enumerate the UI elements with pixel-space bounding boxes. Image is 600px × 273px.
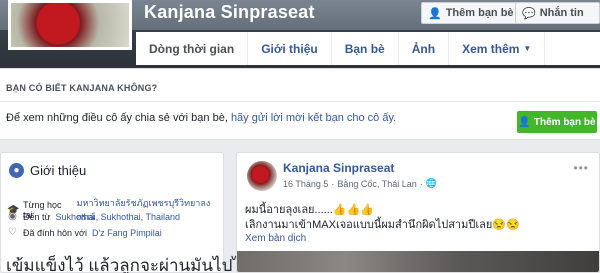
know-banner-text: Để xem những điều cô ấy chia sẻ với bạn … (6, 112, 396, 124)
divider (0, 101, 600, 102)
intro-hometown: ◉ Đến từ Sukhothai, Sukhothai, Thailand (7, 211, 180, 222)
post-author-avatar[interactable] (247, 161, 277, 191)
profile-name[interactable]: Kanjana Sinpraseat (144, 2, 315, 23)
tab-photos[interactable]: Ảnh (399, 32, 450, 65)
hometown-prefix: Đến từ (23, 211, 51, 222)
add-friend-icon: 👤 (428, 7, 442, 20)
add-friend-green-button[interactable]: 👤 Thêm bạn bè (517, 111, 597, 133)
chevron-down-icon: ▼ (523, 44, 532, 53)
post-meta: 16 Tháng 5 · Bằng Cốc, Thái Lan · 🌐 (283, 178, 437, 189)
know-banner-title: BẠN CÓ BIẾT KANJANA KHÔNG? (6, 83, 158, 93)
heart-icon: ♡ (8, 227, 17, 238)
post-location[interactable]: Bằng Cốc, Thái Lan (337, 179, 416, 189)
intro-header: ● Giới thiệu (9, 163, 86, 178)
add-friend-icon: 👤 (518, 116, 531, 128)
tab-label: Bạn bè (344, 41, 385, 56)
globe-icon: 🌐 (425, 178, 437, 188)
tab-label: Xem thêm (462, 41, 520, 56)
post-photo[interactable] (237, 251, 599, 272)
see-translation-link[interactable]: Xem bản dịch (245, 233, 306, 244)
meta-separator: · (331, 178, 335, 189)
know-text-prefix: Để xem những điều cô ấy chia sẻ với bạn … (6, 112, 231, 124)
messenger-icon: 💬 (522, 7, 536, 20)
tab-friends[interactable]: Bạn bè (332, 32, 399, 65)
tab-label: Giới thiệu (261, 41, 318, 56)
add-friend-label: Thêm bạn bè (533, 116, 596, 128)
post-text-line: เลิกงานมาเข้าMAXเจอแบบนี้ผมสำนึกผิดไปสาม… (245, 219, 520, 231)
profile-tabs: Dòng thời gian Giới thiệu Bạn bè Ảnh Xem… (136, 32, 600, 65)
tab-more[interactable]: Xem thêm ▼ (449, 32, 546, 65)
message-button[interactable]: 💬 Nhắn tin (515, 2, 600, 24)
tab-label: Dòng thời gian (149, 41, 235, 56)
profile-picture[interactable] (8, 0, 132, 50)
hometown-link[interactable]: Sukhothai, Sukhothai, Thailand (56, 212, 180, 222)
know-banner: BẠN CÓ BIẾT KANJANA KHÔNG? Để xem những … (0, 68, 600, 140)
post-author-name[interactable]: Kanjana Sinpraseat (283, 161, 394, 175)
relationship-prefix: Đã đính hôn với (23, 227, 87, 238)
post-card: Kanjana Sinpraseat 16 Tháng 5 · Bằng Cốc… (236, 152, 600, 273)
add-friend-label: Thêm bạn bè (445, 7, 514, 19)
message-label: Nhắn tin (539, 7, 584, 19)
tab-label: Ảnh (411, 41, 436, 56)
profile-picture-image (11, 3, 129, 47)
add-friend-button[interactable]: 👤 Thêm bạn bè (421, 2, 521, 24)
meta-separator: · (419, 178, 423, 189)
intro-title: Giới thiệu (30, 163, 87, 178)
more-dots-icon[interactable]: ••• (573, 161, 589, 175)
tab-timeline[interactable]: Dòng thời gian (136, 32, 249, 65)
send-request-link[interactable]: hãy gửi lời mời kết bạn cho cô ấy. (231, 112, 396, 124)
intro-relationship: ♡ Đã đính hôn với D'z Fang Pimpilai (7, 227, 162, 238)
location-pin-icon: ◉ (8, 211, 17, 222)
intro-bio-text: เข้มแข็งไว้ แล้วลูกจะผ่านมันไปได้ (6, 256, 252, 273)
globe-icon: ● (9, 163, 24, 178)
tab-about[interactable]: Giới thiệu (248, 32, 332, 65)
partner-link[interactable]: D'z Fang Pimpilai (92, 228, 162, 238)
post-date[interactable]: 16 Tháng 5 (283, 179, 328, 189)
